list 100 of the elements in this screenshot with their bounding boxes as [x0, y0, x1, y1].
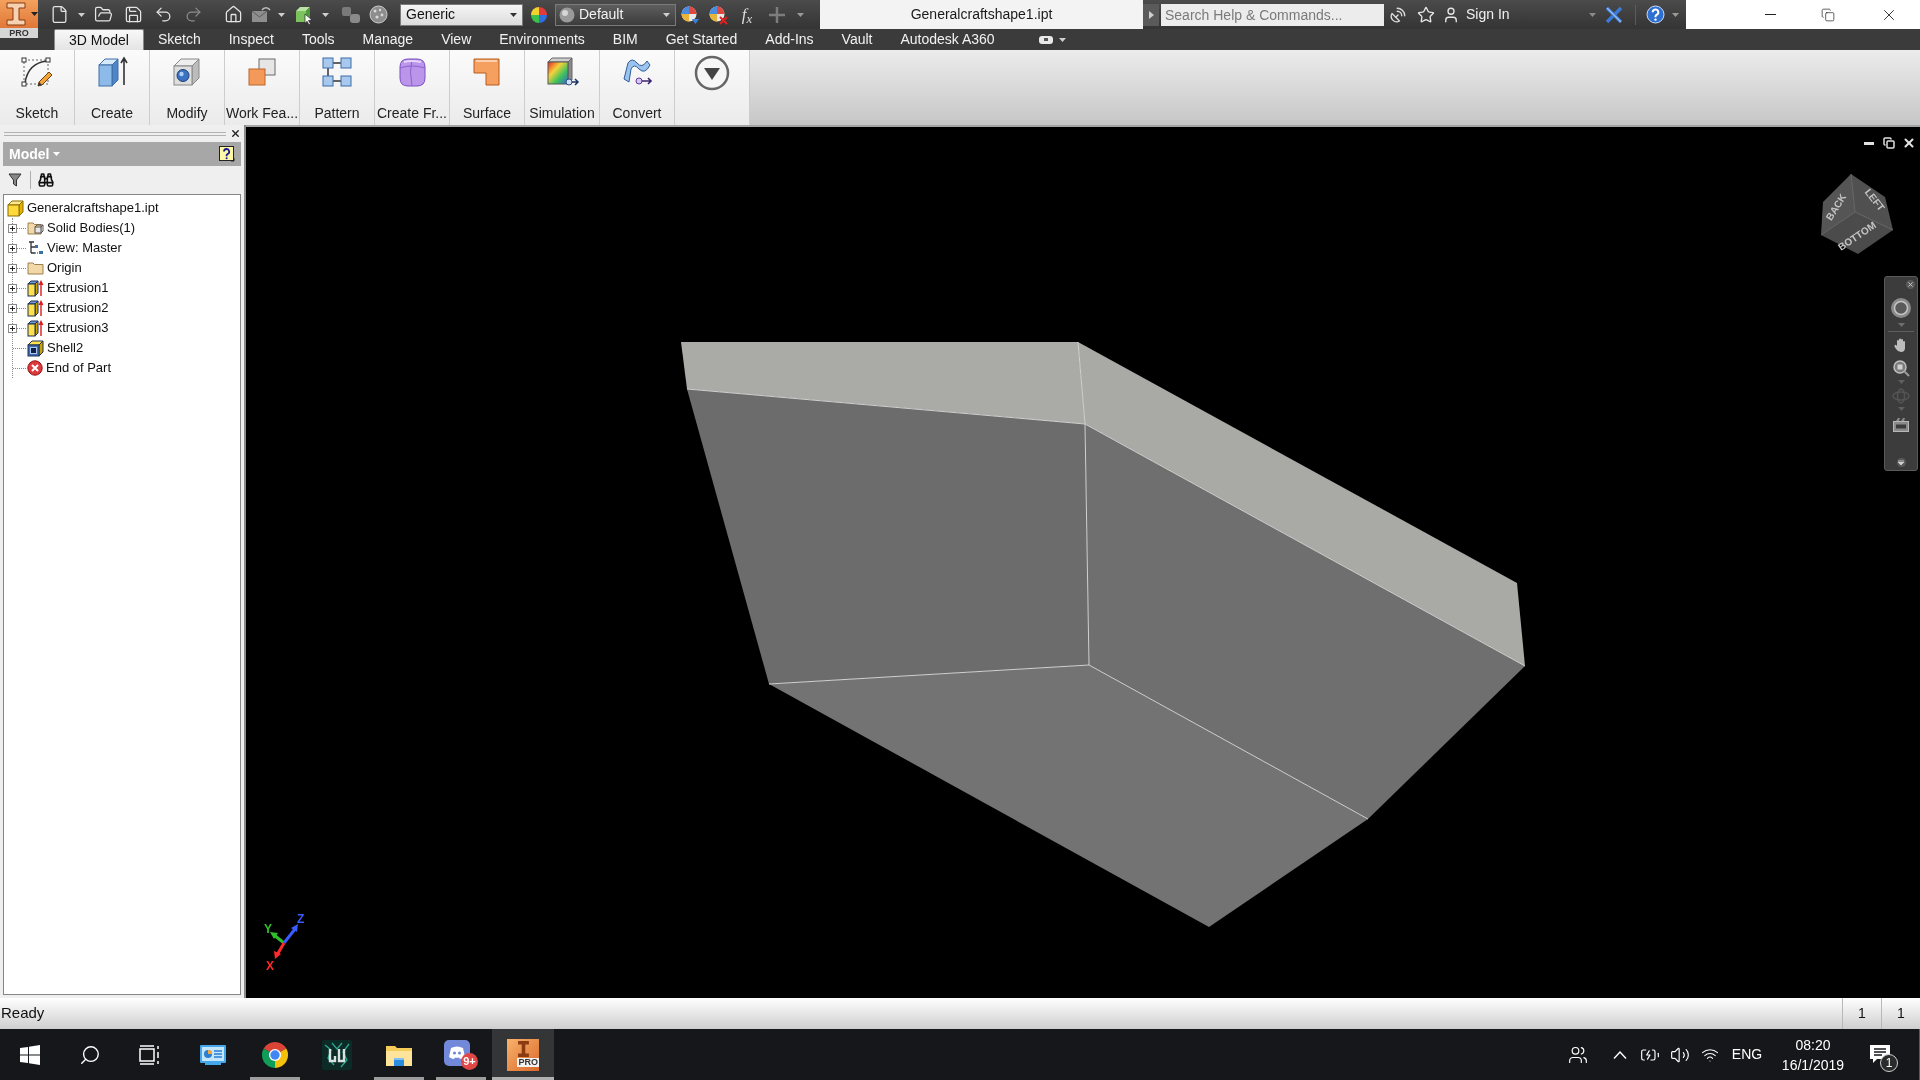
close-button[interactable]: [229, 127, 241, 140]
sketch-button[interactable]: Sketch: [0, 50, 75, 125]
color-wheel-icon: [708, 4, 728, 25]
plus-icon: [768, 5, 786, 24]
steering-wheel-button[interactable]: [1890, 297, 1912, 319]
dashboard-window-icon: [199, 1043, 227, 1066]
folder-icon: [27, 260, 44, 276]
app-logo-icon: PRO: [507, 1038, 539, 1071]
more-button[interactable]: [675, 50, 750, 125]
ribbon-tab[interactable]: Get Started: [651, 29, 752, 50]
taskbar-app-button[interactable]: 9+: [430, 1029, 492, 1080]
search-icon: [79, 1043, 101, 1066]
ribbon-tab[interactable]: Add-Ins: [751, 29, 828, 50]
help-icon: [219, 145, 235, 163]
ribbon-tab[interactable]: Manage: [348, 29, 428, 50]
expand-icon[interactable]: [8, 323, 17, 333]
error-circle-icon: [27, 360, 43, 376]
close-icon: [1907, 281, 1914, 288]
tree-item[interactable]: Extrusion2: [27, 298, 109, 318]
filter-icon: [8, 173, 22, 187]
modify-button[interactable]: Modify: [150, 50, 225, 125]
envelope-arrow-icon: [251, 5, 271, 24]
user-icon: [1442, 5, 1460, 24]
create-button[interactable]: Create: [75, 50, 150, 125]
box-arrow-icon: [95, 55, 129, 89]
tree-item[interactable]: Origin: [27, 258, 82, 278]
caret-icon: [53, 152, 61, 156]
box-arrow-icon: [27, 299, 44, 317]
ribbon-tab[interactable]: View: [427, 29, 486, 50]
chevron-up-icon: [1613, 1050, 1627, 1059]
tree-item[interactable]: Extrusion1: [27, 278, 109, 298]
search-field[interactable]: Search Help & Commands...: [1161, 3, 1384, 26]
caret-icon: [510, 12, 517, 17]
caret-icon: [1897, 323, 1905, 327]
ribbon-tab[interactable]: BIM: [598, 29, 652, 50]
caret-icon: [77, 12, 85, 17]
tree-item[interactable]: Solid Bodies(1): [27, 218, 136, 238]
work-features-button[interactable]: Work Fea...: [225, 50, 300, 125]
ribbon-tab[interactable]: Autodesk A360: [886, 29, 1009, 50]
close-button[interactable]: [1901, 135, 1917, 151]
ribbon-tab[interactable]: Sketch: [143, 29, 215, 50]
taskbar-app-button[interactable]: PRO: [492, 1029, 554, 1080]
freeform-button[interactable]: Create Fr...: [375, 50, 450, 125]
caret-icon: [277, 12, 285, 17]
color-wheel-icon: [680, 4, 700, 25]
close-button[interactable]: [1906, 280, 1915, 289]
expand-icon[interactable]: [8, 283, 17, 293]
surface-button[interactable]: Surface: [450, 50, 525, 125]
ring-icon: [1890, 297, 1912, 319]
expand-icon[interactable]: [8, 303, 17, 313]
status-counter: 1: [1897, 1004, 1905, 1023]
pattern-button[interactable]: Pattern: [300, 50, 375, 125]
rounded-tab-icon: [1038, 35, 1053, 44]
ribbon-tab[interactable]: 3D Model: [54, 29, 144, 50]
language-button[interactable]: ENG: [1724, 1029, 1770, 1080]
tree-item[interactable]: Extrusion3: [27, 318, 109, 338]
convert-button[interactable]: Convert: [600, 50, 675, 125]
expand-icon[interactable]: [8, 263, 17, 273]
app-tile-icon: [322, 1039, 352, 1070]
folder-cube-icon: [27, 220, 44, 236]
tree-item[interactable]: View: Master: [27, 238, 122, 258]
action-center-button[interactable]: 1: [1856, 1029, 1904, 1080]
sketch-pencil-icon: [20, 55, 54, 89]
ribbon-tab[interactable]: Environments: [485, 29, 599, 50]
find-button[interactable]: [37, 170, 55, 190]
tree-item[interactable]: Shell2: [27, 338, 84, 358]
expand-icon[interactable]: [8, 223, 17, 233]
ribbon-tab[interactable]: Vault: [827, 29, 887, 50]
screen-icon: [1893, 418, 1909, 432]
material-dropdown[interactable]: Generic: [400, 3, 523, 26]
look-at-button[interactable]: [1893, 418, 1909, 432]
parameters-button[interactable]: f$_{x}$: [732, 2, 762, 27]
people-icon: [1568, 1044, 1588, 1065]
caret-icon: [1897, 407, 1905, 411]
shapes-icon: [341, 5, 361, 24]
tree-item[interactable]: End of Part: [27, 358, 112, 378]
box-arrow-icon: [27, 319, 44, 337]
clock-button[interactable]: 08:20 16/1/2019: [1770, 1029, 1856, 1080]
appearance-dropdown[interactable]: Default: [555, 3, 676, 26]
orbit-icon: [1892, 388, 1910, 404]
axis-label: Y: [264, 922, 272, 936]
ribbon-tab[interactable]: Inspect: [214, 29, 288, 50]
hollow-box-icon: [27, 339, 44, 357]
filter-button[interactable]: [6, 170, 24, 190]
simulation-button[interactable]: Simulation: [525, 50, 600, 125]
task-view-icon: [139, 1044, 161, 1065]
crossed-x-icon: [1605, 5, 1623, 24]
expand-search-button[interactable]: [1143, 3, 1159, 26]
axis-label: Z: [297, 913, 305, 926]
status-text: Ready: [0, 1003, 45, 1024]
window-title: Generalcraftshape1.ipt: [910, 5, 1053, 24]
ribbon-tab[interactable]: Tools: [287, 29, 349, 50]
expand-icon[interactable]: [8, 243, 17, 253]
sign-in-button[interactable]: Sign In: [1442, 2, 1510, 27]
home-icon: [223, 5, 243, 24]
customize-button[interactable]: [1896, 458, 1906, 467]
restore-button[interactable]: [1881, 135, 1897, 151]
zoom-button[interactable]: [1892, 360, 1910, 377]
tree-item[interactable]: Generalcraftshape1.ipt: [7, 198, 159, 218]
application-menu-button[interactable]: PRO: [0, 0, 38, 38]
